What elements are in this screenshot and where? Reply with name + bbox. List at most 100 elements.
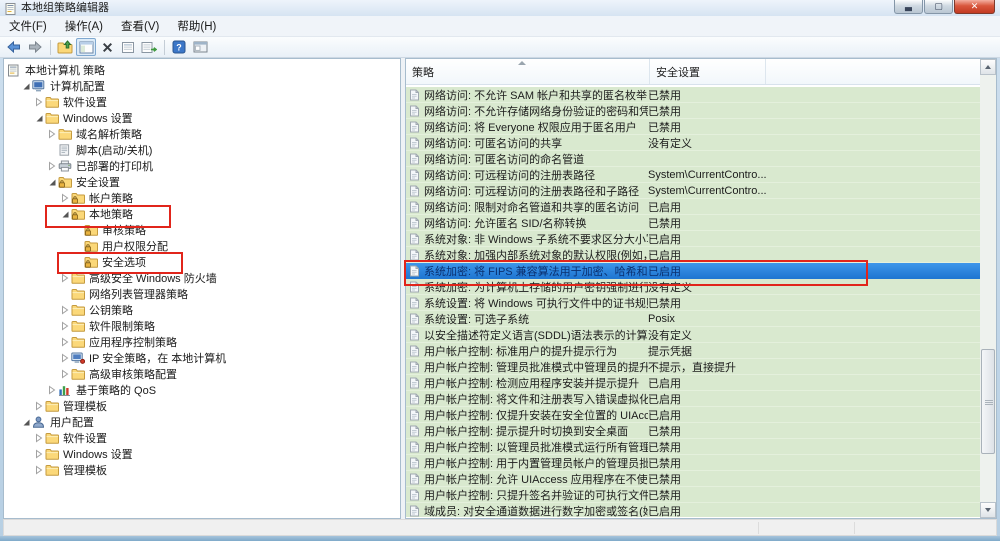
scroll-up-button[interactable] <box>980 59 996 75</box>
policy-row-26[interactable]: 域成员: 对安全通道数据进行数字加密或签名(始终)已启用 <box>406 503 980 517</box>
maximize-button[interactable]: ▢ <box>924 0 953 14</box>
policy-row-12[interactable]: 系统加密: 为计算机上存储的用户密钥强制进行强密钥保护没有定义 <box>406 279 980 295</box>
menu-file[interactable]: 文件(F) <box>0 15 56 37</box>
delete-icon[interactable] <box>97 38 117 56</box>
policy-row-3[interactable]: 网络访问: 可匿名访问的共享没有定义 <box>406 135 980 151</box>
menu-view[interactable]: 查看(V) <box>112 15 168 37</box>
tree-collapsed-icon[interactable] <box>59 305 71 315</box>
tree-item-7[interactable]: 安全设置 <box>4 174 400 190</box>
tree-collapsed-icon[interactable] <box>59 337 71 347</box>
policy-row-21[interactable]: 用户帐户控制: 提示提升时切换到安全桌面已禁用 <box>406 423 980 439</box>
policy-row-11[interactable]: 系统加密: 将 FIPS 兼容算法用于加密、哈希和签名已启用 <box>406 263 980 279</box>
properties-icon[interactable] <box>118 38 138 56</box>
tree-collapsed-icon[interactable] <box>33 97 45 107</box>
policy-row-24[interactable]: 用户帐户控制: 允许 UIAccess 应用程序在不使用安全桌面...已禁用 <box>406 471 980 487</box>
tree-collapsed-icon[interactable] <box>33 465 45 475</box>
help-icon[interactable]: ? <box>169 38 189 56</box>
menu-action[interactable]: 操作(A) <box>56 15 112 37</box>
tree-item-1[interactable]: 计算机配置 <box>4 78 400 94</box>
policy-row-6[interactable]: 网络访问: 可远程访问的注册表路径和子路径System\CurrentContr… <box>406 183 980 199</box>
policy-row-17[interactable]: 用户帐户控制: 管理员批准模式中管理员的提升权限提示的...不提示，直接提升 <box>406 359 980 375</box>
policy-name: 用户帐户控制: 以管理员批准模式运行所有管理员 <box>424 439 648 455</box>
policy-row-9[interactable]: 系统对象: 非 Windows 子系统不要求区分大小写已启用 <box>406 231 980 247</box>
new-window-icon[interactable] <box>190 38 210 56</box>
tree-item-23[interactable]: 软件设置 <box>4 430 400 446</box>
tree-expanded-icon[interactable] <box>59 210 71 219</box>
back-icon[interactable] <box>4 38 24 56</box>
tree-item-0[interactable]: 本地计算机 策略 <box>4 62 400 78</box>
tree-item-25[interactable]: 管理模板 <box>4 462 400 478</box>
tree-item-6[interactable]: 已部署的打印机 <box>4 158 400 174</box>
policy-row-7[interactable]: 网络访问: 限制对命名管道和共享的匿名访问已启用 <box>406 199 980 215</box>
close-button[interactable]: ✕ <box>954 0 995 14</box>
policy-row-13[interactable]: 系统设置: 将 Windows 可执行文件中的证书规则用于软件...已禁用 <box>406 295 980 311</box>
column-header-security-setting[interactable]: 安全设置 <box>650 59 766 84</box>
forward-icon[interactable] <box>25 38 45 56</box>
tree-expanded-icon[interactable] <box>46 178 58 187</box>
tree-item-24[interactable]: Windows 设置 <box>4 446 400 462</box>
tree-item-16[interactable]: 软件限制策略 <box>4 318 400 334</box>
tree-expanded-icon[interactable] <box>33 114 45 123</box>
policy-row-8[interactable]: 网络访问: 允许匿名 SID/名称转换已禁用 <box>406 215 980 231</box>
tree-collapsed-icon[interactable] <box>59 273 71 283</box>
tree-item-20[interactable]: 基于策略的 QoS <box>4 382 400 398</box>
policy-row-0[interactable]: 网络访问: 不允许 SAM 帐户和共享的匿名枚举已禁用 <box>406 87 980 103</box>
policy-row-1[interactable]: 网络访问: 不允许存储网络身份验证的密码和凭据已禁用 <box>406 103 980 119</box>
tree-item-8[interactable]: 帐户策略 <box>4 190 400 206</box>
policy-row-19[interactable]: 用户帐户控制: 将文件和注册表写入错误虚拟化到每用户位置已启用 <box>406 391 980 407</box>
tree-item-17[interactable]: 应用程序控制策略 <box>4 334 400 350</box>
tree-collapsed-icon[interactable] <box>33 401 45 411</box>
vertical-scrollbar[interactable] <box>980 59 996 518</box>
tree-item-19[interactable]: 高级审核策略配置 <box>4 366 400 382</box>
tree-expanded-icon[interactable] <box>20 82 32 91</box>
tree-item-10[interactable]: 审核策略 <box>4 222 400 238</box>
tree-item-12[interactable]: 安全选项 <box>4 254 400 270</box>
policy-row-25[interactable]: 用户帐户控制: 只提升签名并验证的可执行文件已禁用 <box>406 487 980 503</box>
policy-row-16[interactable]: 用户帐户控制: 标准用户的提升提示行为提示凭据 <box>406 343 980 359</box>
policy-setting: 没有定义 <box>648 279 980 295</box>
export-list-icon[interactable] <box>139 38 159 56</box>
show-console-tree-icon[interactable] <box>76 38 96 56</box>
scrollbar-thumb[interactable] <box>981 349 995 454</box>
tree-item-21[interactable]: 管理模板 <box>4 398 400 414</box>
policy-row-10[interactable]: 系统对象: 加强内部系统对象的默认权限(例如，符号链接)已启用 <box>406 247 980 263</box>
tree-item-label: 域名解析策略 <box>74 126 142 142</box>
tree-item-14[interactable]: 网络列表管理器策略 <box>4 286 400 302</box>
policy-row-14[interactable]: 系统设置: 可选子系统Posix <box>406 311 980 327</box>
policy-row-5[interactable]: 网络访问: 可远程访问的注册表路径System\CurrentContro... <box>406 167 980 183</box>
tree-item-5[interactable]: 脚本(启动/关机) <box>4 142 400 158</box>
tree-collapsed-icon[interactable] <box>46 161 58 171</box>
policy-row-18[interactable]: 用户帐户控制: 检测应用程序安装并提示提升已启用 <box>406 375 980 391</box>
column-header-blank[interactable] <box>766 59 980 84</box>
tree-item-22[interactable]: 用户配置 <box>4 414 400 430</box>
tree-collapsed-icon[interactable] <box>33 449 45 459</box>
column-header-policy[interactable]: 策略 <box>406 59 650 84</box>
menu-help[interactable]: 帮助(H) <box>168 15 225 37</box>
tree-item-11[interactable]: 用户权限分配 <box>4 238 400 254</box>
tree-item-15[interactable]: 公钥策略 <box>4 302 400 318</box>
tree-expanded-icon[interactable] <box>20 418 32 427</box>
tree-collapsed-icon[interactable] <box>33 433 45 443</box>
tree-item-13[interactable]: 高级安全 Windows 防火墙 <box>4 270 400 286</box>
tree-item-4[interactable]: 域名解析策略 <box>4 126 400 142</box>
policy-row-15[interactable]: 以安全描述符定义语言(SDDL)语法表示的计算机访问限制没有定义 <box>406 327 980 343</box>
policy-row-22[interactable]: 用户帐户控制: 以管理员批准模式运行所有管理员已禁用 <box>406 439 980 455</box>
up-level-icon[interactable] <box>55 38 75 56</box>
policy-row-4[interactable]: 网络访问: 可匿名访问的命名管道 <box>406 151 980 167</box>
tree-collapsed-icon[interactable] <box>59 369 71 379</box>
tree-collapsed-icon[interactable] <box>59 353 71 363</box>
tree-item-2[interactable]: 软件设置 <box>4 94 400 110</box>
tree-item-18[interactable]: IP 安全策略，在 本地计算机 <box>4 350 400 366</box>
policy-row-23[interactable]: 用户帐户控制: 用于内置管理员帐户的管理员批准模式已禁用 <box>406 455 980 471</box>
tree-collapsed-icon[interactable] <box>59 321 71 331</box>
tree-item-9[interactable]: 本地策略 <box>4 206 400 222</box>
policy-row-20[interactable]: 用户帐户控制: 仅提升安装在安全位置的 UIAccess 应用程序已启用 <box>406 407 980 423</box>
tree-collapsed-icon[interactable] <box>46 129 58 139</box>
minimize-button[interactable]: ▃ <box>894 0 923 14</box>
tree-collapsed-icon[interactable] <box>59 193 71 203</box>
title-bar[interactable]: 本地组策略编辑器 ▃ ▢ ✕ <box>0 0 1000 16</box>
policy-row-2[interactable]: 网络访问: 将 Everyone 权限应用于匿名用户已禁用 <box>406 119 980 135</box>
scroll-down-button[interactable] <box>980 502 996 518</box>
tree-collapsed-icon[interactable] <box>46 385 58 395</box>
tree-item-3[interactable]: Windows 设置 <box>4 110 400 126</box>
